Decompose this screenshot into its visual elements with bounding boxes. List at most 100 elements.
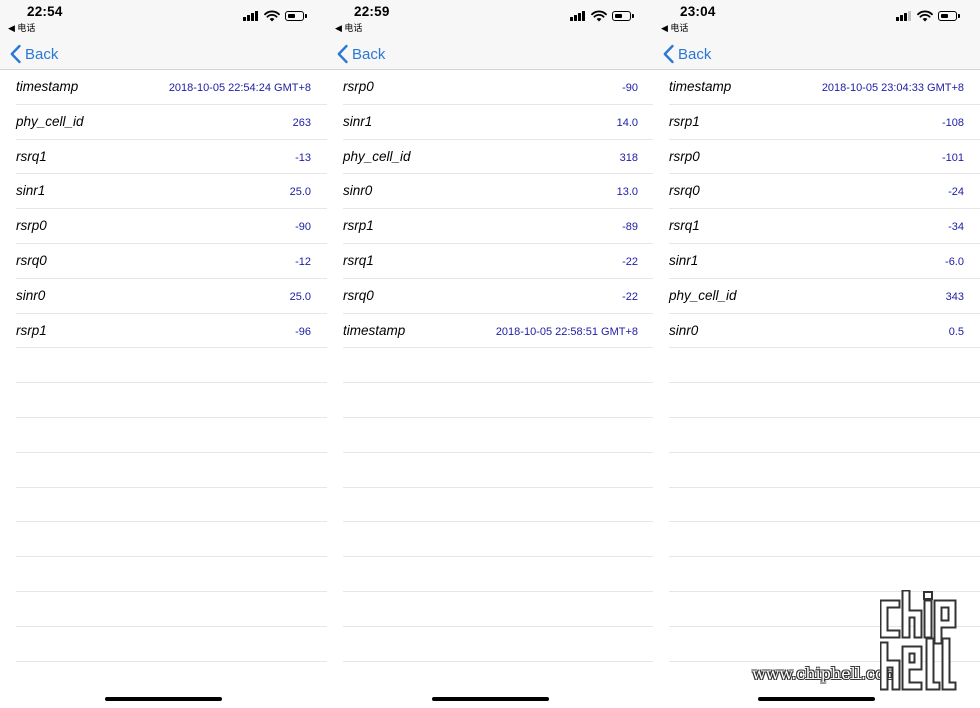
status-bar: 23:04 ◀ 电话 (653, 0, 980, 36)
phone-screen-2: 22:59 ◀ 电话 Back rsrp0 -90 sinr1 14.0 phy_c… (327, 0, 654, 708)
row-key: rsrq1 (669, 218, 700, 234)
chevron-left-icon (337, 44, 348, 64)
row-value: -34 (948, 221, 964, 234)
row-value: -6.0 (945, 255, 964, 268)
row-value: -13 (295, 151, 311, 164)
row-key: rsrp1 (343, 218, 374, 234)
home-indicator[interactable] (105, 697, 222, 701)
table-row: rsrp1 -96 (16, 314, 327, 349)
row-value: -108 (941, 116, 964, 129)
battery-icon (285, 11, 307, 21)
table-row: phy_cell_id 318 (343, 140, 654, 175)
table-row-empty (343, 383, 654, 418)
wifi-icon (264, 10, 280, 22)
cellular-signal-icon (896, 10, 912, 22)
table-row-empty (669, 557, 980, 592)
table-row-empty (343, 592, 654, 627)
table-row: sinr1 -6.0 (669, 244, 980, 279)
table-row-empty (343, 488, 654, 523)
table-row: sinr0 0.5 (669, 314, 980, 349)
row-key: rsrp0 (16, 218, 47, 234)
table-row: rsrq1 -34 (669, 209, 980, 244)
table-row: sinr0 25.0 (16, 279, 327, 314)
row-value: -96 (295, 325, 311, 338)
table-row-empty (16, 557, 327, 592)
row-value: -101 (941, 151, 964, 164)
table-row-empty (16, 522, 327, 558)
table-row: rsrq0 -24 (669, 174, 980, 210)
row-value: 25.0 (289, 186, 311, 199)
row-key: rsrq0 (343, 287, 374, 303)
row-value: 2018-10-05 23:04:33 GMT+8 (821, 82, 964, 94)
home-indicator[interactable] (758, 697, 875, 701)
row-value: -22 (622, 290, 638, 303)
wifi-icon (917, 10, 933, 22)
table-row-empty (343, 627, 654, 662)
table-row: rsrp1 -89 (343, 209, 654, 244)
chiphell-logo-icon (880, 590, 957, 691)
home-indicator[interactable] (432, 697, 549, 701)
return-to-app-link[interactable]: ◀ 电话 (8, 21, 35, 34)
row-value: 25.0 (289, 290, 311, 303)
row-value: 0.5 (948, 325, 964, 338)
table-row-empty (16, 418, 327, 453)
table-row-empty (343, 453, 654, 488)
table-row: rsrp0 -90 (16, 209, 327, 244)
status-bar: 22:59 ◀ 电话 (327, 0, 654, 36)
table-row: sinr0 13.0 (343, 174, 654, 210)
back-button[interactable]: Back (662, 44, 711, 64)
table-row-empty (16, 488, 327, 523)
row-key: sinr1 (16, 183, 46, 199)
wifi-icon (591, 10, 607, 22)
table-row: timestamp 2018-10-05 22:58:51 GMT+8 (343, 314, 654, 349)
row-key: sinr0 (16, 287, 46, 303)
return-to-app-link[interactable]: ◀ 电话 (335, 21, 362, 34)
table-row: timestamp 2018-10-05 22:54:24 GMT+8 (16, 70, 327, 105)
navigation-bar: Back (653, 36, 980, 70)
table-row-empty (343, 557, 654, 592)
row-key: phy_cell_id (343, 148, 411, 164)
table-row-empty (669, 383, 980, 418)
row-key: rsrp0 (669, 148, 700, 164)
table-row-empty (343, 418, 654, 453)
row-key: rsrp1 (16, 322, 47, 338)
status-time: 22:59 (354, 4, 390, 19)
row-key: timestamp (669, 79, 732, 94)
row-key: rsrq0 (669, 183, 700, 199)
row-key: sinr1 (343, 113, 373, 129)
table-row: rsrq0 -12 (16, 244, 327, 279)
system-indicators (896, 10, 960, 22)
table-row: sinr1 14.0 (343, 105, 654, 140)
navigation-bar: Back (327, 36, 654, 70)
row-value: 343 (945, 290, 964, 303)
battery-icon (938, 11, 960, 21)
table-row: timestamp 2018-10-05 23:04:33 GMT+8 (669, 70, 980, 105)
navigation-bar: Back (0, 36, 327, 70)
row-value: -22 (622, 255, 638, 268)
back-button[interactable]: Back (336, 44, 385, 64)
back-button-label: Back (25, 45, 59, 63)
back-button[interactable]: Back (9, 44, 58, 64)
table-row-empty (669, 348, 980, 384)
table-row-empty (16, 592, 327, 627)
row-value: 2018-10-05 22:58:51 GMT+8 (495, 325, 638, 338)
info-table: rsrp0 -90 sinr1 14.0 phy_cell_id 318 sinr0 1… (327, 70, 654, 708)
row-key: rsrq1 (343, 252, 374, 268)
row-key: phy_cell_id (16, 113, 84, 129)
table-row-empty (669, 418, 980, 453)
chevron-left-icon (10, 44, 21, 64)
return-to-app-link[interactable]: ◀ 电话 (661, 21, 688, 34)
back-button-label: Back (352, 45, 386, 63)
table-row-empty (343, 348, 654, 384)
table-row: sinr1 25.0 (16, 174, 327, 210)
table-row-empty (16, 627, 327, 662)
row-value: 13.0 (616, 186, 638, 199)
back-button-label: Back (678, 45, 712, 63)
row-key: rsrq1 (16, 148, 47, 164)
status-bar: 22:54 ◀ 电话 (0, 0, 327, 36)
table-row: phy_cell_id 263 (16, 105, 327, 140)
cellular-signal-icon (570, 10, 586, 22)
chevron-left-icon (663, 44, 674, 64)
row-key: rsrp0 (343, 79, 374, 94)
info-table: timestamp 2018-10-05 22:54:24 GMT+8 phy_c… (0, 70, 327, 708)
